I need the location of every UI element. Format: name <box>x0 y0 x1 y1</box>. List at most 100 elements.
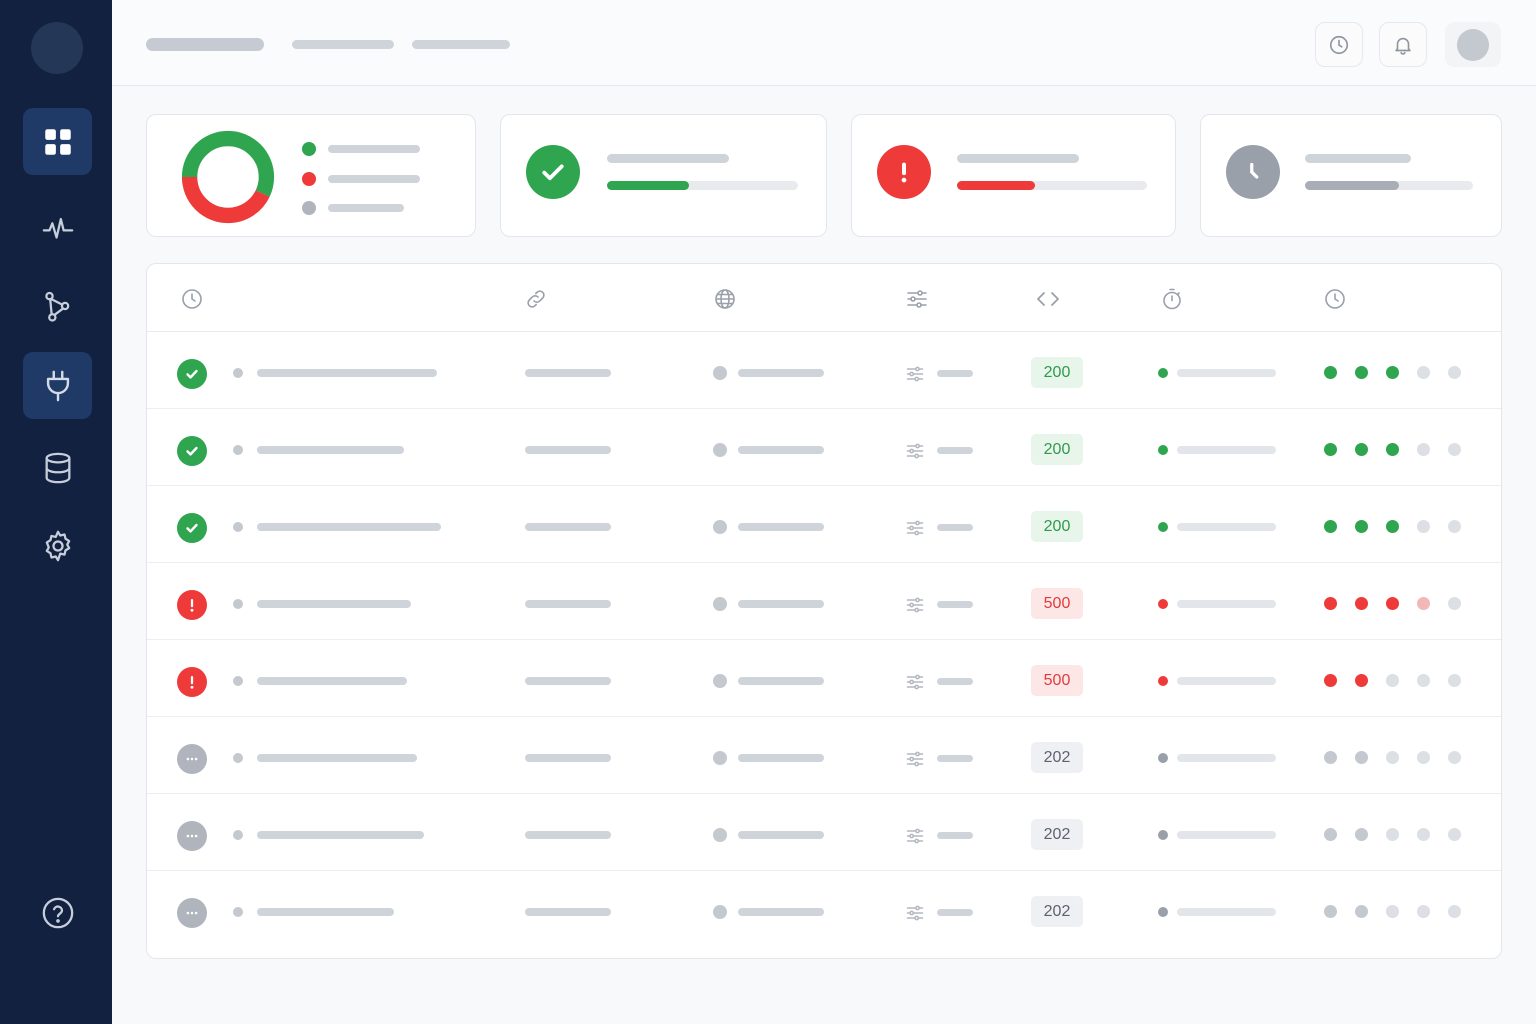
history-dot <box>1355 905 1368 918</box>
sliders-icon[interactable] <box>905 595 925 615</box>
status-donut-chart <box>181 130 275 224</box>
sliders-icon[interactable] <box>905 441 925 461</box>
status-code-badge: 500 <box>1031 665 1083 696</box>
activity-icon <box>42 217 73 239</box>
breadcrumb-placeholder[interactable] <box>292 40 394 49</box>
link-icon[interactable] <box>524 287 548 311</box>
globe-icon[interactable] <box>713 287 737 311</box>
request-url[interactable] <box>525 523 611 531</box>
duration-dot <box>1158 368 1168 378</box>
params-label <box>937 524 973 531</box>
duration-dot <box>1158 830 1168 840</box>
history-dot <box>1386 751 1399 764</box>
table-row[interactable]: 202 <box>147 717 1501 794</box>
sidebar-item-activity[interactable] <box>23 195 92 262</box>
requests-table: 200 200 200 500 500 202 202 202 <box>146 263 1502 959</box>
region-dot <box>713 905 727 919</box>
clock-icon[interactable] <box>1323 287 1347 311</box>
duration-bar <box>1177 831 1276 839</box>
clock-icon[interactable] <box>180 287 204 311</box>
status-breakdown-card[interactable] <box>146 114 476 237</box>
region-dot <box>713 366 727 380</box>
history-dot <box>1417 520 1430 533</box>
alert-circle-icon <box>177 667 207 697</box>
duration-bar <box>1177 754 1276 762</box>
row-bullet <box>233 830 243 840</box>
sliders-icon[interactable] <box>905 287 929 311</box>
error-summary-card[interactable] <box>851 114 1176 237</box>
status-code-badge: 202 <box>1031 742 1083 773</box>
sliders-icon[interactable] <box>905 903 925 923</box>
request-url[interactable] <box>525 369 611 377</box>
request-name <box>257 446 404 454</box>
params-label <box>937 678 973 685</box>
success-icon <box>526 145 580 199</box>
database-icon <box>45 452 70 483</box>
history-dot <box>1448 597 1461 610</box>
duration-bar <box>1177 369 1276 377</box>
params-label <box>937 601 973 608</box>
table-row[interactable]: 200 <box>147 332 1501 409</box>
sliders-icon[interactable] <box>905 826 925 846</box>
branch-icon <box>44 291 69 322</box>
legend-success-label <box>328 145 420 153</box>
breadcrumb-placeholder[interactable] <box>412 40 510 49</box>
request-url[interactable] <box>525 754 611 762</box>
duration-dot <box>1158 676 1168 686</box>
legend-pending-dot <box>302 201 316 215</box>
request-url[interactable] <box>525 831 611 839</box>
legend-error-label <box>328 175 420 183</box>
sidebar-item-help[interactable] <box>23 879 92 946</box>
status-code-badge: 202 <box>1031 896 1083 927</box>
check-circle-icon <box>177 436 207 466</box>
sidebar-item-settings[interactable] <box>23 512 92 579</box>
table-row[interactable]: 202 <box>147 871 1501 948</box>
clock-icon <box>1329 35 1349 54</box>
alert-circle-icon <box>177 590 207 620</box>
pending-summary-card[interactable] <box>1200 114 1502 237</box>
sidebar-item-workflows[interactable] <box>23 272 92 339</box>
more-horizontal-icon <box>177 898 207 928</box>
request-url[interactable] <box>525 600 611 608</box>
row-bullet <box>233 907 243 917</box>
history-dot <box>1417 443 1430 456</box>
code-icon[interactable] <box>1036 287 1060 311</box>
sidebar-item-integrations[interactable] <box>23 352 92 419</box>
history-dot <box>1386 674 1399 687</box>
region-label <box>738 677 824 685</box>
sliders-icon[interactable] <box>905 364 925 384</box>
table-row[interactable]: 200 <box>147 486 1501 563</box>
table-row[interactable]: 202 <box>147 794 1501 871</box>
request-url[interactable] <box>525 677 611 685</box>
duration-bar <box>1177 677 1276 685</box>
request-url[interactable] <box>525 446 611 454</box>
history-dot <box>1448 366 1461 379</box>
sidebar-item-database[interactable] <box>23 434 92 501</box>
success-summary-card[interactable] <box>500 114 827 237</box>
request-name <box>257 908 394 916</box>
error-card-title <box>957 154 1079 163</box>
table-header <box>147 264 1501 332</box>
legend-error-dot <box>302 172 316 186</box>
region-dot <box>713 520 727 534</box>
sliders-icon[interactable] <box>905 749 925 769</box>
user-menu[interactable] <box>1445 22 1501 67</box>
history-dot <box>1386 597 1399 610</box>
table-row[interactable]: 200 <box>147 409 1501 486</box>
sliders-icon[interactable] <box>905 672 925 692</box>
table-row[interactable]: 500 <box>147 640 1501 717</box>
table-row[interactable]: 500 <box>147 563 1501 640</box>
notifications-button[interactable] <box>1379 22 1427 67</box>
region-dot <box>713 751 727 765</box>
success-progress-bar <box>607 181 798 190</box>
sliders-icon[interactable] <box>905 518 925 538</box>
history-button[interactable] <box>1315 22 1363 67</box>
history-dot <box>1448 674 1461 687</box>
params-label <box>937 370 973 377</box>
region-label <box>738 600 824 608</box>
sidebar-item-dashboard[interactable] <box>23 108 92 175</box>
region-label <box>738 446 824 454</box>
history-dot <box>1324 751 1337 764</box>
request-url[interactable] <box>525 908 611 916</box>
stopwatch-icon[interactable] <box>1160 287 1184 311</box>
